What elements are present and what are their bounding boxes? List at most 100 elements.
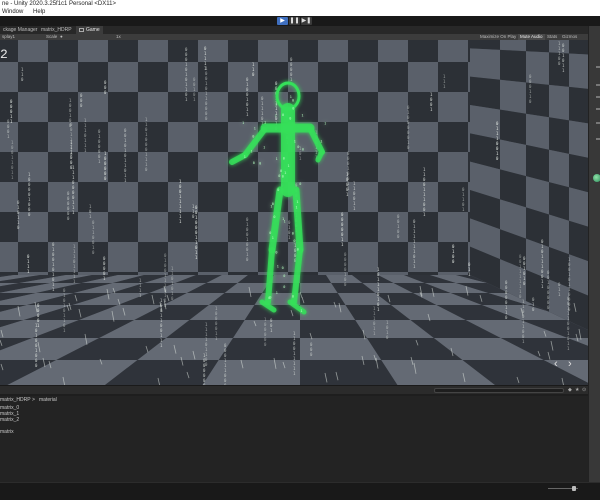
inspector-field (596, 122, 600, 124)
wall-tile (138, 182, 168, 212)
status-bar (0, 482, 600, 500)
game-scene: 0 1 0 11 0 0 0 10 1 1 0 0 1 00 1 0 0 1 0 0 1 01 0 0 1 0 1 1 0 0 0 01 0 0 0… (0, 40, 588, 385)
wall-tile (198, 92, 228, 122)
wall-tile (549, 149, 569, 188)
figure-code-glyph: 0 (302, 148, 304, 152)
wall-tile (438, 40, 468, 62)
figure-code-glyph: 1 (296, 200, 298, 204)
wall-tile (569, 53, 588, 89)
wall-tile (48, 92, 78, 122)
wall-tile (470, 76, 500, 110)
tab-matrix-hdrp[interactable]: matrix_HDRP (38, 26, 75, 34)
wall-tile (18, 212, 48, 242)
figure-code-glyph: 0 (277, 188, 279, 192)
wall-tile (288, 62, 318, 92)
floor-tile (300, 283, 338, 293)
icon-size-slider[interactable] (548, 486, 578, 491)
wall-tile (0, 152, 18, 182)
figure-code-glyph: 0 (292, 98, 294, 102)
figure-code-glyph: 1 (300, 309, 302, 313)
wall-tile (348, 62, 378, 92)
figure-code-glyph: 1 (270, 205, 272, 209)
figure-code-glyph: 0 (282, 174, 284, 178)
project-asset-list: matrix_0 matrix_1 matrix_2 matrix (0, 404, 588, 482)
figure-code-glyph: 0 (269, 296, 271, 300)
wall-tile (378, 122, 408, 152)
project-search-input[interactable] (434, 388, 564, 393)
figure-limb (265, 247, 275, 305)
wall-tile (18, 152, 48, 182)
wall-tile (569, 120, 588, 158)
next-arrow-icon[interactable]: › (568, 359, 576, 370)
play-button[interactable]: ▶ (277, 17, 288, 25)
list-item[interactable]: matrix (0, 429, 14, 435)
step-button[interactable]: ▶❚ (301, 17, 312, 25)
wall-tile (318, 182, 348, 212)
wall-tile (0, 62, 18, 92)
main-toolbar: ▶ ❚❚ ▶❚ (0, 16, 600, 26)
wall-tile (470, 48, 500, 80)
wall-tile (0, 242, 18, 272)
wall-tile (198, 212, 228, 242)
wall-tile (108, 40, 138, 62)
figure-code-glyph: 1 (276, 291, 278, 295)
visibility-icon[interactable]: ⊙ (582, 387, 587, 393)
pause-button[interactable]: ❚❚ (289, 17, 300, 25)
wall-tile (348, 92, 378, 122)
wall-tile (78, 122, 108, 152)
wall-tile (198, 122, 228, 152)
playmode-controls: ▶ ❚❚ ▶❚ (277, 17, 312, 25)
figure-code-glyph: 1 (264, 121, 266, 125)
wall-tile (569, 187, 588, 227)
wall-tile (18, 92, 48, 122)
material-preview-sphere-icon[interactable] (593, 174, 600, 182)
tab-game[interactable]: Game (76, 26, 103, 34)
floor-tile (202, 360, 300, 385)
floor-tile (218, 338, 300, 360)
wall-tile (378, 40, 408, 62)
figure-code-glyph: 1 (275, 103, 277, 107)
game-tab-icon (79, 27, 84, 32)
slider-knob[interactable] (572, 486, 576, 491)
breadcrumb-leaf[interactable]: material (39, 396, 57, 404)
figure-code-glyph: 0 (297, 145, 299, 149)
wall-tile (168, 122, 198, 152)
list-item[interactable]: matrix_2 (0, 417, 19, 423)
wall-tile (378, 242, 408, 272)
breadcrumb-separator: > (32, 397, 35, 403)
game-viewport[interactable]: 0101100010110010010010010100101100001000… (0, 40, 588, 385)
wall-tile (228, 182, 258, 212)
wall-tile (438, 152, 468, 182)
figure-code-glyph: 0 (259, 162, 261, 166)
wall-tile (198, 152, 228, 182)
wall-tile (470, 40, 500, 50)
menu-item-window[interactable]: Window (2, 8, 23, 16)
wall-tile (198, 242, 228, 272)
filter-type-icon[interactable]: ◆ (568, 387, 573, 393)
figure-code-glyph: 0 (253, 161, 255, 165)
menu-item-help[interactable]: Help (33, 8, 45, 16)
figure-code-glyph: 0 (292, 106, 294, 110)
wall-tile (78, 92, 108, 122)
wall-tile (500, 79, 526, 114)
figure-code-glyph: 1 (284, 171, 286, 175)
figure-code-glyph: 0 (292, 295, 294, 299)
figure-limb (292, 186, 304, 254)
pause-icon: ❚❚ (289, 18, 300, 24)
wall-tile (318, 40, 348, 62)
favorite-icon[interactable]: ★ (575, 387, 580, 393)
wall-tile (78, 40, 108, 62)
wall-tile (138, 40, 168, 62)
prev-arrow-icon[interactable]: ‹ (554, 359, 562, 370)
inspector-panel (588, 26, 600, 500)
unity-editor-window: ne - Unity 2020.3.25f1c1 Personal <DX11>… (0, 0, 600, 500)
wall-tile (500, 49, 526, 83)
figure-code-glyph: 1 (254, 127, 256, 131)
wall-tile (318, 212, 348, 242)
breadcrumb-root[interactable]: matrix_HDRP (0, 396, 31, 404)
wall-tile (48, 122, 78, 152)
wall-tile (138, 122, 168, 152)
wall-tile (228, 212, 258, 242)
wall-tile (526, 113, 549, 150)
tab-package-manager[interactable]: ckage Manager (0, 26, 40, 34)
